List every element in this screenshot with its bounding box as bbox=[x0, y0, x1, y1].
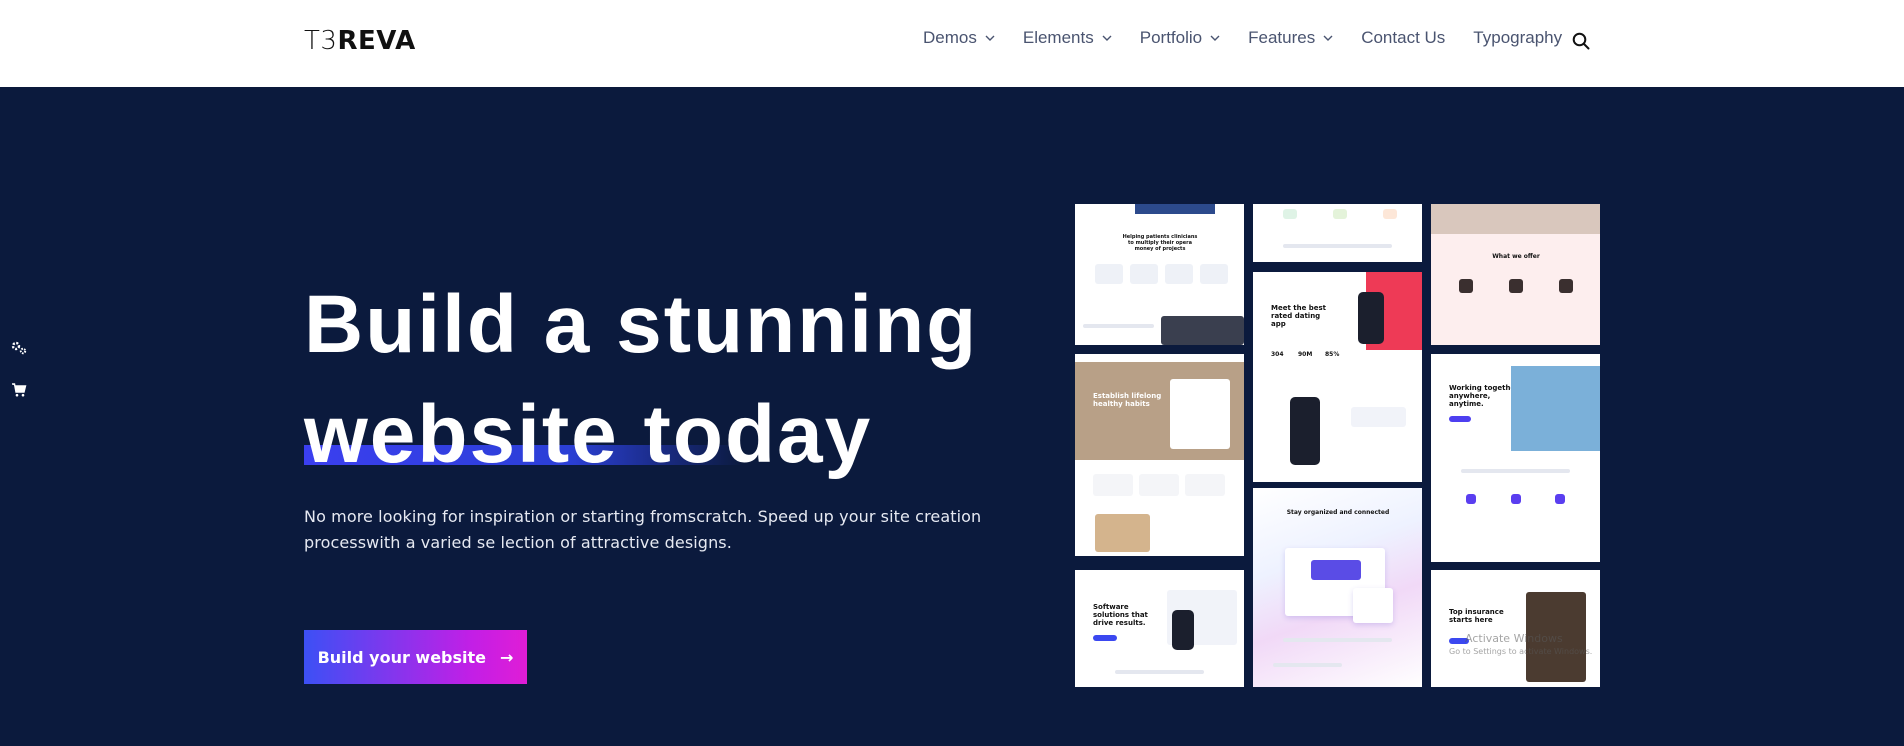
cta-label: Build your website bbox=[317, 647, 487, 667]
template-thumbnail[interactable]: Software solutions that drive results. bbox=[1075, 570, 1244, 687]
chevron-down-icon bbox=[985, 32, 995, 44]
logo-text-bold: REVA bbox=[337, 26, 416, 56]
watermark-line-1: Activate Windows bbox=[1465, 632, 1563, 645]
nav-item-typography[interactable]: Typography bbox=[1473, 28, 1562, 48]
chevron-down-icon bbox=[1323, 32, 1333, 44]
thumb-heading: Stay organized and connected bbox=[1286, 509, 1390, 516]
watermark-line-2: Go to Settings to activate Windows. bbox=[1449, 647, 1593, 656]
thumb-stat: 85% bbox=[1325, 351, 1340, 358]
thumb-heading: Working together anywhere, anytime. bbox=[1449, 384, 1519, 408]
nav-item-features[interactable]: Features bbox=[1248, 28, 1333, 48]
nav-label: Features bbox=[1248, 28, 1316, 47]
chevron-down-icon bbox=[1102, 32, 1112, 44]
build-website-button[interactable]: Build your website → bbox=[304, 630, 527, 684]
thumb-heading: Meet the best rated dating app bbox=[1271, 304, 1327, 328]
nav-item-portfolio[interactable]: Portfolio bbox=[1140, 28, 1220, 48]
thumb-heading: Helping patients clinicians to multiply … bbox=[1122, 234, 1198, 252]
floating-toolbar bbox=[0, 330, 38, 415]
nav-label: Contact Us bbox=[1361, 28, 1446, 47]
template-gallery: Helping patients clinicians to multiply … bbox=[1075, 204, 1600, 687]
search-icon[interactable] bbox=[1572, 32, 1590, 50]
template-thumbnail[interactable]: Working together anywhere, anytime. bbox=[1431, 354, 1600, 562]
template-thumbnail[interactable]: Meet the best rated dating app 304 90M 8… bbox=[1253, 272, 1422, 482]
thumb-heading: Establish lifelong healthy habits bbox=[1093, 392, 1162, 408]
hero-title: Build a stunning website today bbox=[304, 270, 1064, 490]
settings-icon[interactable] bbox=[8, 340, 30, 362]
template-thumbnail[interactable]: Stay organized and connected bbox=[1253, 488, 1422, 687]
main-nav: Demos Elements Portfolio Features Contac… bbox=[923, 28, 1590, 48]
arrow-right-icon: → bbox=[500, 647, 514, 667]
nav-label: Portfolio bbox=[1139, 28, 1203, 47]
nav-label: Demos bbox=[923, 28, 977, 47]
thumb-heading: What we offer bbox=[1492, 253, 1540, 260]
hero-title-line-2: website today bbox=[304, 389, 873, 480]
chevron-down-icon bbox=[1210, 32, 1220, 44]
thumb-stat: 304 bbox=[1271, 351, 1284, 358]
hero-title-line-1: Build a stunning bbox=[304, 279, 979, 370]
template-thumbnail[interactable] bbox=[1253, 204, 1422, 262]
template-thumbnail[interactable]: Top insurance starts here Activate Windo… bbox=[1431, 570, 1600, 687]
logo[interactable]: T3REVA bbox=[304, 26, 416, 56]
nav-item-contact-us[interactable]: Contact Us bbox=[1361, 28, 1445, 48]
template-thumbnail[interactable]: Establish lifelong healthy habits bbox=[1075, 354, 1244, 556]
hero-description: No more looking for inspiration or start… bbox=[304, 507, 982, 552]
site-header: T3REVA Demos Elements Portfolio Features bbox=[0, 0, 1904, 87]
thumb-stat: 90M bbox=[1298, 351, 1313, 358]
thumb-heading: Top insurance starts here bbox=[1449, 608, 1504, 624]
logo-text-thin: T3 bbox=[304, 26, 338, 56]
nav-label: Elements bbox=[1022, 28, 1094, 47]
nav-item-elements[interactable]: Elements bbox=[1023, 28, 1112, 48]
nav-item-demos[interactable]: Demos bbox=[923, 28, 995, 48]
windows-activation-watermark: Activate Windows Go to Settings to activ… bbox=[1449, 632, 1599, 658]
nav-label: Typography bbox=[1473, 28, 1563, 47]
template-thumbnail[interactable]: What we offer bbox=[1431, 204, 1600, 345]
template-thumbnail[interactable]: Helping patients clinicians to multiply … bbox=[1075, 204, 1244, 345]
thumb-heading: Software solutions that drive results. bbox=[1093, 603, 1148, 627]
cart-icon[interactable] bbox=[8, 382, 30, 404]
